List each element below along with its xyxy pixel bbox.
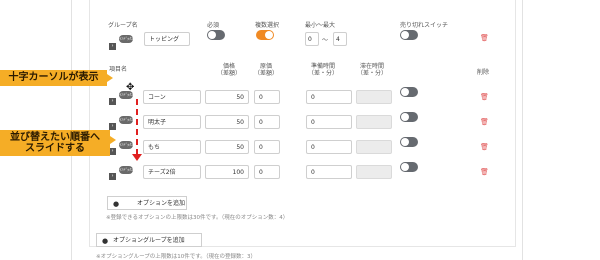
add-option-group-button[interactable]: ● オプショングループを追加 [96,233,202,247]
sold-out-toggle[interactable] [400,87,418,97]
expand-icon[interactable]: › [109,148,116,155]
col-item-name: 項目名 [109,66,128,73]
required-label: 必須 [207,22,220,29]
row-badge: ｲﾝﾃﾞｯｸｽ [119,166,133,174]
cost-input[interactable]: 0 [254,90,280,104]
price-input[interactable]: 50 [205,115,249,129]
prep-time-input[interactable]: 0 [306,140,352,154]
price-input[interactable]: 50 [205,140,249,154]
arrow-down-icon [132,154,142,161]
stay-time-input [356,140,392,154]
callout-pointer [110,136,116,144]
row-badge: ｲﾝﾃﾞｯｸｽ [119,141,133,149]
multi-select-label: 複数選択 [255,22,280,29]
required-toggle[interactable] [207,30,225,40]
add-group-label: オプショングループを追加 [113,237,185,244]
price-input[interactable]: 100 [205,165,249,179]
circle-plus-icon: ● [113,200,120,208]
prep-time-input[interactable]: 0 [306,165,352,179]
option-name-input[interactable]: チーズ2倍 [143,165,201,179]
row-badge: ｲﾝﾃﾞｯｸｽ [119,116,133,124]
expand-icon[interactable]: › [109,98,116,105]
prep-time-input[interactable]: 0 [306,115,352,129]
prep-time-input[interactable]: 0 [306,90,352,104]
expand-icon[interactable]: › [109,43,116,50]
callout-drag: 並び替えたい順番へ スライドする [0,130,110,156]
callout-cross-cursor: 十字カーソルが表示 [0,70,107,86]
delete-icon[interactable]: 🗑 [480,168,489,176]
expand-icon[interactable]: › [109,123,116,130]
group-name-input[interactable]: トッピング [144,32,190,46]
delete-group-icon[interactable]: 🗑 [480,34,489,42]
cost-input[interactable]: 0 [254,115,280,129]
col-prep-time: 準備時間 （差・分） [307,63,338,77]
group-name-label: グループ名 [108,22,138,29]
stay-time-input [356,165,392,179]
add-option-button[interactable]: ● オプションを追加 [107,196,187,210]
sold-out-toggle[interactable] [400,162,418,172]
delete-icon[interactable]: 🗑 [480,118,489,126]
callout-drag-line2: スライドする [25,143,85,154]
add-option-label: オプションを追加 [137,200,186,207]
stay-time-input [356,115,392,129]
move-cursor-icon: ✥ [126,82,135,93]
col-cost: 原価 （差額） [253,63,278,77]
cost-input[interactable]: 0 [254,165,280,179]
cost-input[interactable]: 0 [254,140,280,154]
multi-select-toggle[interactable] [256,30,274,40]
min-input[interactable]: 0 [305,32,319,46]
group-badge: ｲﾝﾃﾞｯｸｽ [119,35,133,43]
min-max-label: 最小〜最大 [305,22,336,29]
col-stay-time: 滞在時間 （差・分） [356,63,387,77]
drag-path-line [136,99,138,155]
option-limit-note: ※登録できるオプションの上限数は30件です。（現在のオプション数：4） [106,215,289,221]
delete-icon[interactable]: 🗑 [480,93,489,101]
price-input[interactable]: 50 [205,90,249,104]
expand-icon[interactable]: › [109,173,116,180]
callout-pointer [107,74,113,82]
sold-out-toggle[interactable] [400,137,418,147]
option-name-input[interactable]: もち [143,140,201,154]
sold-out-toggle[interactable] [400,30,418,40]
sold-out-switch-label: 売り切れスイッチ [400,22,449,29]
delete-icon[interactable]: 🗑 [480,143,489,151]
circle-plus-icon: ● [102,237,109,245]
callout-cross-cursor-text: 十字カーソルが表示 [8,72,99,83]
callout-drag-line1: 並び替えたい順番へ [10,132,100,143]
option-name-input[interactable]: コーン [143,90,201,104]
sold-out-toggle[interactable] [400,112,418,122]
col-delete: 削除 [477,69,490,76]
max-input[interactable]: 4 [333,32,347,46]
col-price: 価格 （差額） [216,63,241,77]
range-tilde: 〜 [322,37,329,44]
option-name-input[interactable]: 明太子 [143,115,201,129]
stay-time-input [356,90,392,104]
